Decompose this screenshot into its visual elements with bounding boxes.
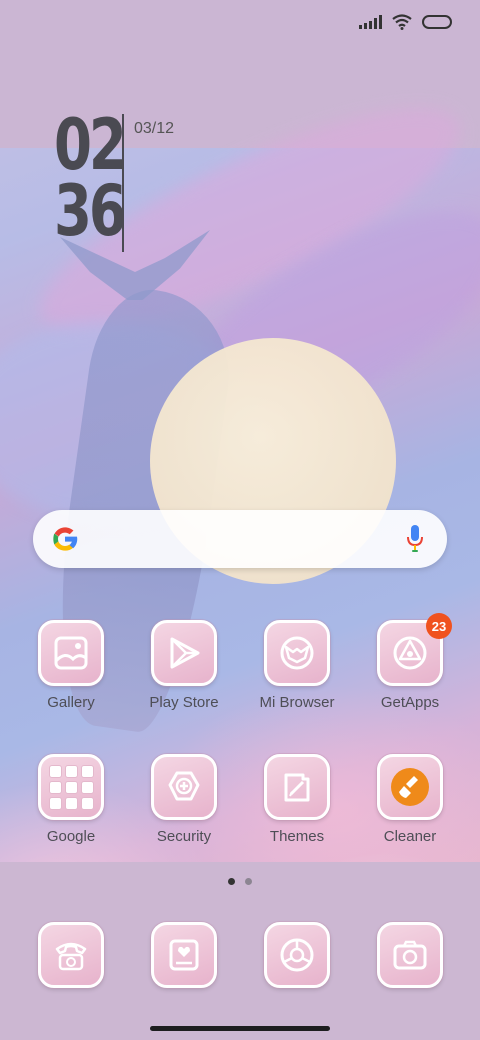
clock-hours: 02 [54,104,127,186]
mic-icon[interactable] [405,524,425,554]
app-label: Cleaner [383,828,437,845]
dock-camera[interactable] [360,922,460,988]
clock-divider [122,114,124,252]
app-label: Google [46,828,96,845]
mi-browser-icon [264,620,330,686]
gallery-icon [38,620,104,686]
status-bar [359,12,452,32]
app-google-folder[interactable]: Google [21,754,121,845]
app-label: GetApps [380,694,440,711]
app-label: Play Store [149,694,219,711]
app-security[interactable]: Security [134,754,234,845]
signal-icon [359,15,382,29]
dock-messages[interactable] [134,922,234,988]
clock-date: 03/12 [134,120,175,137]
messages-icon [151,922,217,988]
home-indicator[interactable] [150,1026,330,1031]
app-label: Mi Browser [259,694,335,711]
page-dot [245,878,252,885]
app-cleaner[interactable]: Cleaner [360,754,460,845]
app-mi-browser[interactable]: Mi Browser [247,620,347,711]
app-label: Gallery [47,694,95,711]
camera-icon [377,922,443,988]
app-gallery[interactable]: Gallery [21,620,121,711]
security-icon [151,754,217,820]
dock-phone[interactable] [21,922,121,988]
page-indicator[interactable] [228,878,252,885]
play-store-icon [151,620,217,686]
google-g-icon [53,527,78,551]
browser-icon [264,922,330,988]
google-search-bar[interactable] [33,510,447,568]
battery-icon [422,15,452,29]
google-folder-icon [38,754,104,820]
notification-badge: 23 [426,613,452,639]
getapps-icon: 23 [377,613,452,686]
app-label: Security [156,828,212,845]
dock-browser[interactable] [247,922,347,988]
page-dot-active [228,878,235,885]
app-play-store[interactable]: Play Store [134,620,234,711]
app-themes[interactable]: Themes [247,754,347,845]
clock-minutes: 36 [54,170,127,252]
themes-icon [264,754,330,820]
wifi-icon [392,14,412,30]
phone-icon [38,922,104,988]
folder-app-grid [48,764,94,810]
app-getapps[interactable]: 23 GetApps [360,613,460,711]
app-label: Themes [269,828,325,845]
cleaner-icon [377,754,443,820]
clock-widget[interactable]: 02 36 03/12 [54,104,174,252]
